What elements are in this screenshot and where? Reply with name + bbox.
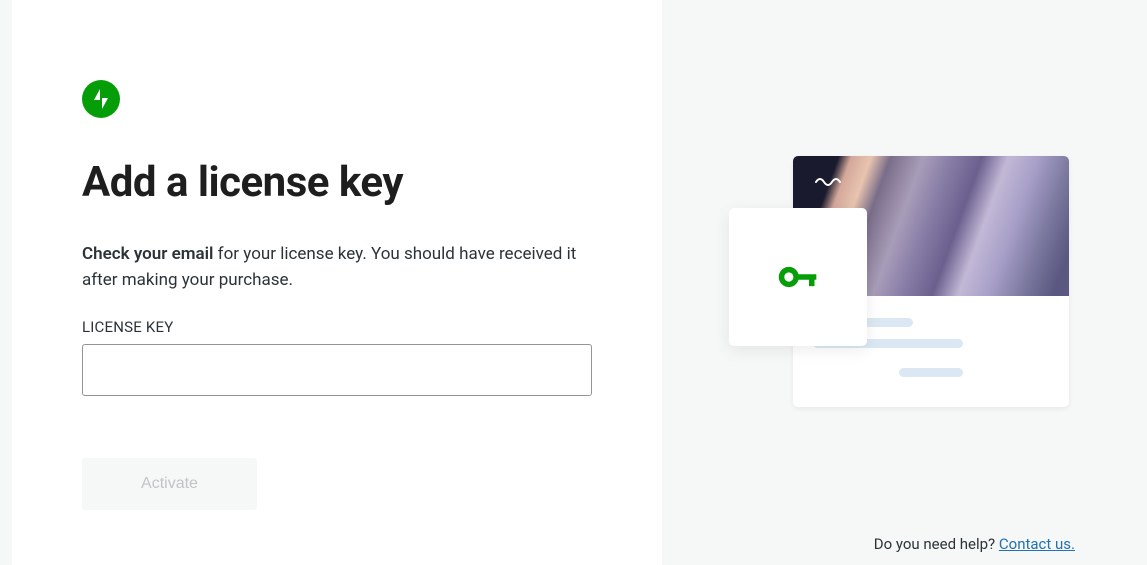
instruction-text: Check your email for your license key. Y… xyxy=(82,241,582,294)
jetpack-logo-icon xyxy=(82,80,120,118)
license-form-panel: Add a license key Check your email for y… xyxy=(12,0,662,565)
contact-us-link[interactable]: Contact us. xyxy=(999,535,1075,553)
key-icon xyxy=(776,255,820,299)
squiggle-icon xyxy=(815,174,843,186)
illustration-panel: Do you need help? Contact us. xyxy=(662,0,1135,565)
license-key-label: LICENSE KEY xyxy=(82,318,592,336)
page-title: Add a license key xyxy=(82,158,592,207)
placeholder-line xyxy=(899,368,963,377)
activate-button[interactable]: Activate xyxy=(82,458,257,510)
help-question: Do you need help? xyxy=(874,535,999,553)
help-row: Do you need help? Contact us. xyxy=(874,535,1075,553)
illustration-card-front xyxy=(729,208,867,346)
license-key-input[interactable] xyxy=(82,344,592,396)
instruction-emphasis: Check your email xyxy=(82,244,213,264)
